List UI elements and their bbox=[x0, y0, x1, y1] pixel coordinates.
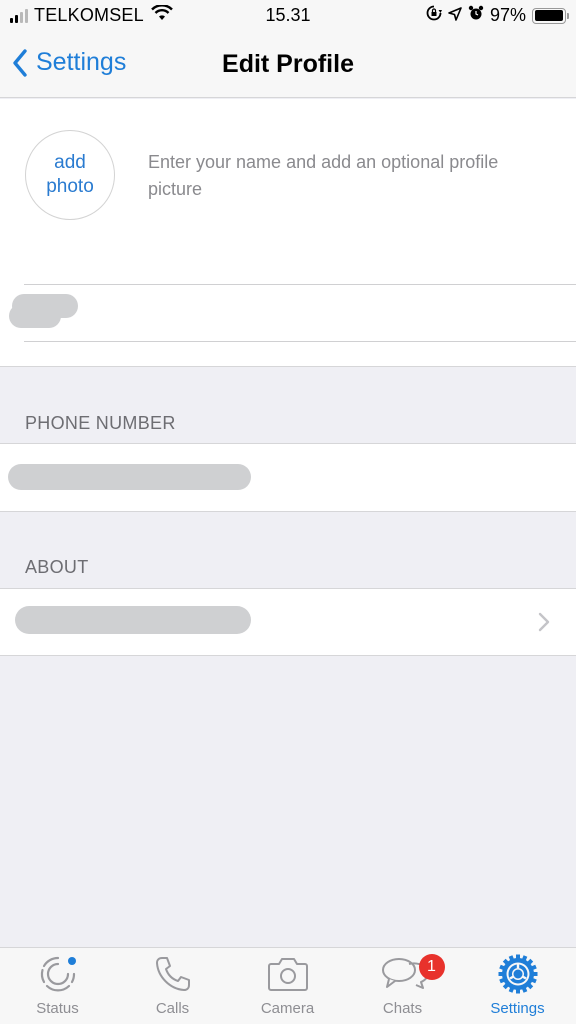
redacted-about bbox=[15, 606, 251, 634]
tab-settings-label: Settings bbox=[490, 1000, 545, 1017]
chevron-right-icon bbox=[538, 612, 550, 632]
tab-settings[interactable]: Settings bbox=[460, 948, 575, 1024]
divider bbox=[24, 341, 576, 342]
camera-icon bbox=[267, 948, 309, 1000]
add-photo-line2: photo bbox=[46, 176, 94, 197]
status-right: 97% bbox=[426, 5, 569, 26]
navigation-bar: Settings Edit Profile bbox=[0, 34, 576, 98]
tab-chats-label: Chats bbox=[382, 1000, 423, 1017]
profile-section: add photo Enter your name and add an opt… bbox=[0, 99, 576, 367]
battery-icon bbox=[532, 7, 569, 24]
name-field[interactable] bbox=[0, 284, 576, 342]
about-header: ABOUT bbox=[25, 557, 89, 577]
tab-camera[interactable]: Camera bbox=[230, 948, 345, 1024]
redacted-name-part bbox=[9, 304, 61, 328]
profile-hint: Enter your name and add an optional prof… bbox=[148, 152, 499, 199]
tab-chats[interactable]: 1 Chats bbox=[345, 948, 460, 1024]
redacted-phone-number bbox=[8, 464, 251, 490]
about-row[interactable] bbox=[0, 588, 576, 656]
add-photo-button[interactable]: add photo bbox=[25, 130, 115, 220]
location-icon bbox=[448, 5, 462, 26]
tab-camera-label: Camera bbox=[260, 1000, 315, 1017]
battery-fill bbox=[534, 10, 563, 21]
battery-percent: 97% bbox=[489, 5, 526, 25]
status-dot bbox=[67, 957, 76, 965]
settings-icon bbox=[497, 948, 539, 1000]
chats-icon: 1 bbox=[379, 948, 445, 1000]
orientation-lock-icon bbox=[426, 5, 442, 26]
tab-status[interactable]: Status bbox=[0, 948, 115, 1024]
status-icon bbox=[38, 948, 78, 1000]
phone-number-header: PHONE NUMBER bbox=[25, 413, 176, 433]
tab-status-label: Status bbox=[36, 1000, 79, 1017]
tab-calls-label: Calls bbox=[155, 1000, 190, 1017]
phone-icon bbox=[154, 948, 192, 1000]
phone-number-row bbox=[0, 443, 576, 512]
page-title: Edit Profile bbox=[222, 50, 354, 78]
alarm-icon bbox=[468, 5, 484, 26]
divider bbox=[24, 284, 576, 285]
unread-badge: 1 bbox=[418, 954, 445, 980]
add-photo-line1: add bbox=[54, 152, 86, 173]
tab-bar: Status Calls Camera 1 Chats Settings bbox=[0, 947, 576, 1024]
tab-calls[interactable]: Calls bbox=[115, 948, 230, 1024]
status-bar: TELKOMSEL 15.31 97% bbox=[0, 0, 576, 34]
